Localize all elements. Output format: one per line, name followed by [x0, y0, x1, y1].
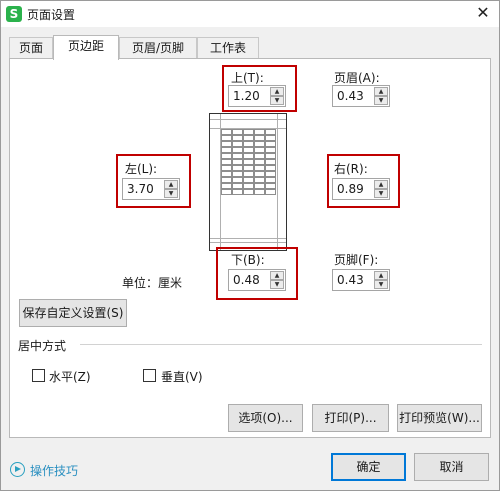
horizontal-checkbox[interactable] [32, 369, 45, 382]
footer-margin-spinner[interactable]: 0.43 ▲ ▼ [332, 269, 390, 291]
left-label: 左(L): [125, 162, 158, 176]
preview-guide [277, 114, 278, 250]
preview-guide [210, 238, 286, 239]
horizontal-label[interactable]: 水平(Z) [49, 368, 91, 385]
right-label: 右(R): [334, 162, 368, 176]
preview-cell [265, 189, 276, 195]
unit-label: 单位：厘米 [122, 276, 183, 290]
print-button[interactable]: 打印(P)... [312, 404, 389, 432]
header-label: 页眉(A): [334, 71, 380, 85]
cancel-button[interactable]: 取消 [414, 453, 489, 481]
print-preview-button[interactable]: 打印预览(W)... [397, 404, 482, 432]
arrow-up-icon[interactable]: ▲ [374, 87, 388, 96]
preview-cell [243, 189, 254, 195]
footer-margin-value[interactable]: 0.43 [337, 273, 364, 287]
header-margin-value[interactable]: 0.43 [337, 89, 364, 103]
arrow-down-icon[interactable]: ▼ [270, 280, 284, 289]
preview-cell [232, 189, 243, 195]
tab-margins[interactable]: 页边距 [53, 35, 119, 60]
right-margin-spinner[interactable]: 0.89 ▲ ▼ [332, 178, 390, 200]
section-divider [80, 344, 482, 345]
close-icon[interactable]: ✕ [471, 2, 495, 24]
wps-spreadsheet-icon: S [6, 6, 22, 22]
bottom-margin-spinner[interactable]: 0.48 ▲ ▼ [228, 269, 286, 291]
left-margin-value[interactable]: 3.70 [127, 182, 154, 196]
footer-label: 页脚(F): [334, 253, 379, 267]
left-margin-spinner[interactable]: 3.70 ▲ ▼ [122, 178, 180, 200]
options-button[interactable]: 选项(O)... [228, 404, 303, 432]
arrow-up-icon[interactable]: ▲ [270, 271, 284, 280]
preview-cell [221, 189, 232, 195]
top-label: 上(T): [231, 71, 264, 85]
top-margin-spinner[interactable]: 1.20 ▲ ▼ [228, 85, 286, 107]
preview-cell [254, 189, 265, 195]
ok-button[interactable]: 确定 [331, 453, 406, 481]
margins-panel: 上(T): 1.20 ▲ ▼ 页眉(A): 0.43 ▲ ▼ 左(L): 3.70 … [9, 58, 491, 438]
preview-guide [210, 119, 286, 120]
tab-page[interactable]: 页面 [9, 37, 53, 59]
bottom-margin-value[interactable]: 0.48 [233, 273, 260, 287]
window-title: 页面设置 [27, 8, 76, 22]
arrow-down-icon[interactable]: ▼ [270, 96, 284, 105]
top-margin-value[interactable]: 1.20 [233, 89, 260, 103]
arrow-up-icon[interactable]: ▲ [164, 180, 178, 189]
page-setup-dialog: S 页面设置 ✕ 页面 页边距 页眉/页脚 工作表 上(T): 1.20 ▲ ▼ … [0, 0, 500, 491]
centering-section-title: 居中方式 [18, 339, 67, 353]
save-custom-settings-button[interactable]: 保存自定义设置(S) [19, 299, 127, 327]
right-margin-value[interactable]: 0.89 [337, 182, 364, 196]
play-circle-icon[interactable] [10, 462, 25, 477]
tips-link[interactable]: 操作技巧 [30, 462, 78, 479]
arrow-up-icon[interactable]: ▲ [374, 180, 388, 189]
header-margin-spinner[interactable]: 0.43 ▲ ▼ [332, 85, 390, 107]
tab-worksheet[interactable]: 工作表 [197, 37, 259, 59]
tab-header-footer[interactable]: 页眉/页脚 [119, 37, 197, 59]
arrow-down-icon[interactable]: ▼ [374, 96, 388, 105]
page-preview [209, 113, 287, 251]
bottom-label: 下(B): [231, 253, 265, 267]
arrow-up-icon[interactable]: ▲ [374, 271, 388, 280]
arrow-up-icon[interactable]: ▲ [270, 87, 284, 96]
arrow-down-icon[interactable]: ▼ [374, 189, 388, 198]
arrow-down-icon[interactable]: ▼ [164, 189, 178, 198]
vertical-label[interactable]: 垂直(V) [161, 368, 203, 385]
vertical-checkbox[interactable] [143, 369, 156, 382]
title-bar: S 页面设置 ✕ [1, 1, 499, 27]
preview-guide [210, 242, 286, 243]
arrow-down-icon[interactable]: ▼ [374, 280, 388, 289]
preview-cell-grid [221, 129, 277, 195]
